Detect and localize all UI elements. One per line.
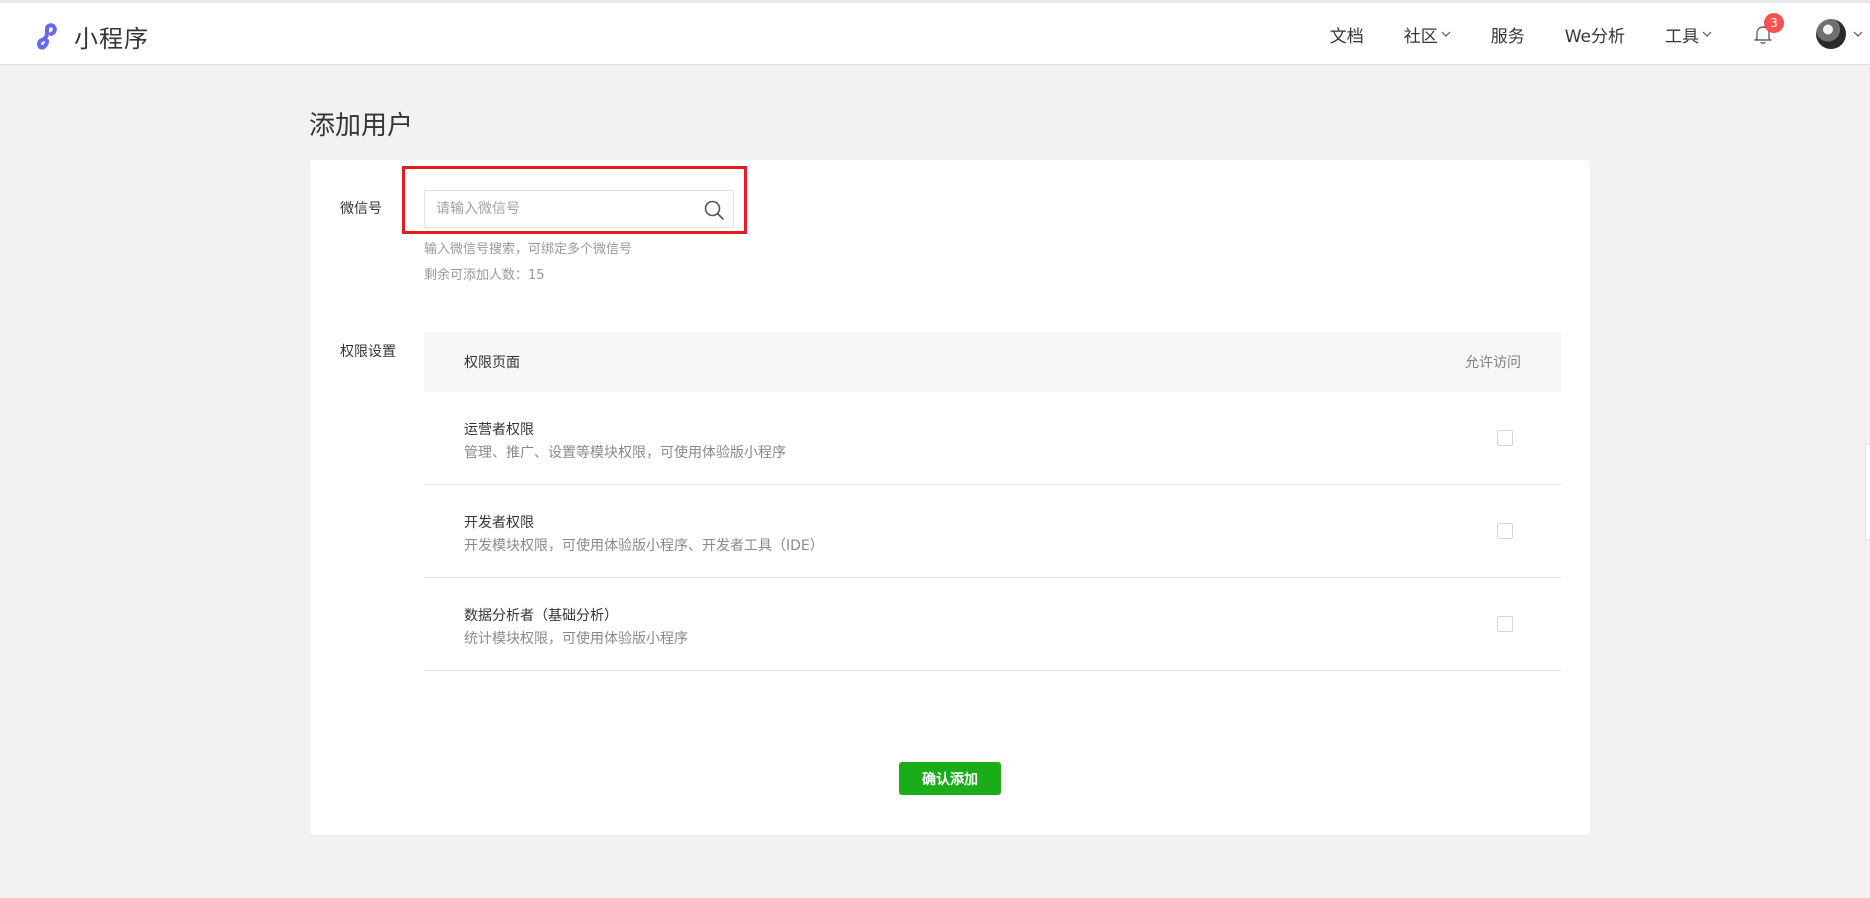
- permission-desc: 管理、推广、设置等模块权限，可使用体验版小程序: [464, 445, 786, 461]
- nav-we-analytics-label: We分析: [1564, 26, 1625, 47]
- side-feedback-tab[interactable]: [1865, 444, 1870, 540]
- wechat-id-input[interactable]: [425, 191, 733, 227]
- permission-name: 运营者权限: [464, 422, 534, 438]
- app-title: 小程序: [74, 25, 149, 53]
- search-icon[interactable]: [703, 199, 725, 221]
- nav-tools[interactable]: 工具: [1665, 22, 1712, 47]
- avatar[interactable]: [1816, 19, 1846, 49]
- add-user-form-card: 微信号 输入微信号搜索，可绑定多个微信号 剩余可添加人数：15 权限设置 权限页…: [310, 160, 1590, 835]
- wechat-id-hint: 输入微信号搜索，可绑定多个微信号: [424, 242, 633, 257]
- nav-community-label: 社区: [1403, 26, 1438, 47]
- permission-row-developer: 开发者权限 开发模块权限，可使用体验版小程序、开发者工具（IDE）: [424, 485, 1561, 578]
- miniprogram-logo-icon: [37, 22, 57, 49]
- chevron-down-icon: [1441, 31, 1451, 37]
- permission-checkbox-operator[interactable]: [1497, 430, 1513, 446]
- permissions-table: 权限页面 允许访问 运营者权限 管理、推广、设置等模块权限，可使用体验版小程序 …: [424, 332, 1561, 671]
- wechat-search-box: [424, 190, 734, 228]
- nav-we-analytics[interactable]: We分析: [1565, 22, 1625, 47]
- nav-community[interactable]: 社区: [1404, 22, 1451, 47]
- top-navigation-bar: 小程序 文档 社区 服务 We分析 工具 3: [0, 0, 1870, 65]
- page-title: 添加用户: [309, 111, 414, 141]
- permission-row-operator: 运营者权限 管理、推广、设置等模块权限，可使用体验版小程序: [424, 392, 1561, 485]
- permission-name: 数据分析者（基础分析）: [464, 608, 618, 624]
- chevron-down-icon[interactable]: [1852, 28, 1864, 40]
- permissions-label: 权限设置: [340, 344, 396, 360]
- nav-services[interactable]: 服务: [1491, 22, 1525, 47]
- notification-badge: 3: [1764, 13, 1784, 33]
- confirm-add-button[interactable]: 确认添加: [899, 762, 1001, 795]
- nav-docs[interactable]: 文档: [1330, 22, 1364, 47]
- permission-row-data-analyst: 数据分析者（基础分析） 统计模块权限，可使用体验版小程序: [424, 578, 1561, 671]
- permissions-table-header: 权限页面 允许访问: [424, 332, 1561, 392]
- permission-checkbox-data-analyst[interactable]: [1497, 616, 1513, 632]
- permission-name: 开发者权限: [464, 515, 534, 531]
- permission-desc: 统计模块权限，可使用体验版小程序: [464, 631, 688, 647]
- chevron-down-icon: [1702, 31, 1712, 37]
- remaining-count-hint: 剩余可添加人数：15: [424, 268, 545, 283]
- header-permission-page: 权限页面: [464, 355, 520, 371]
- wechat-id-label: 微信号: [340, 201, 382, 217]
- top-nav: 文档 社区 服务 We分析 工具 3: [1330, 3, 1870, 65]
- nav-services-label: 服务: [1490, 26, 1525, 47]
- header-allow-access: 允许访问: [1465, 355, 1521, 371]
- notifications-button[interactable]: 3: [1752, 13, 1784, 45]
- nav-tools-label: 工具: [1665, 26, 1699, 47]
- permission-desc: 开发模块权限，可使用体验版小程序、开发者工具（IDE）: [464, 538, 824, 554]
- app-logo[interactable]: 小程序: [34, 19, 149, 54]
- permission-checkbox-developer[interactable]: [1497, 523, 1513, 539]
- nav-docs-label: 文档: [1329, 26, 1364, 47]
